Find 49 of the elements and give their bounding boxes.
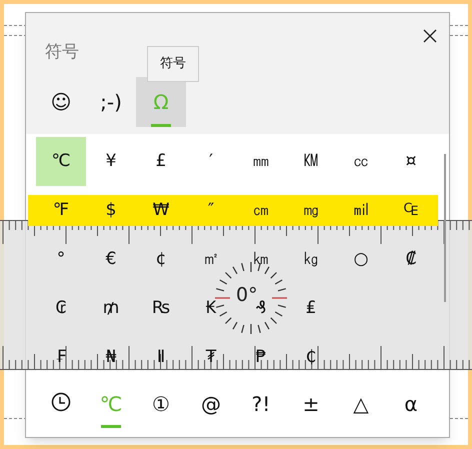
symbol-key[interactable]: ′ (186, 137, 236, 186)
symbol-key[interactable]: € (86, 235, 136, 284)
symbol-key[interactable]: Ⅱ (136, 333, 186, 382)
symbol-key[interactable]: ″ (186, 195, 236, 226)
panel-title: 符号 (45, 41, 79, 64)
symbol-key[interactable]: ㎜ (236, 137, 286, 186)
scrollbar[interactable] (444, 154, 446, 302)
symbol-key[interactable]: ㎡ (186, 235, 236, 284)
symbol-key[interactable]: ₱ (236, 333, 286, 382)
symbol-key[interactable]: ₨ (136, 284, 186, 333)
symbol-key[interactable]: ㎏ (286, 235, 336, 284)
clock-icon (51, 392, 71, 412)
symbol-key[interactable]: ㎞ (236, 235, 286, 284)
symbol-key[interactable]: ₠ (386, 195, 436, 226)
symbol-key[interactable]: ₢ (36, 284, 86, 333)
symbol-key[interactable]: ₵ (286, 333, 336, 382)
symbol-category-tab[interactable]: ± (286, 384, 336, 430)
symbol-key[interactable]: ₭ (186, 284, 236, 333)
symbol-key[interactable]: ° (36, 235, 86, 284)
symbol-key[interactable]: ¤ (386, 137, 436, 186)
tooltip: 符号 (147, 46, 199, 82)
symbol-category-tab[interactable]: △ (336, 384, 386, 430)
symbol-key[interactable]: ₮ (186, 333, 236, 382)
category-tab[interactable]: ☺ (36, 77, 86, 127)
symbol-key[interactable]: ¢ (136, 235, 186, 284)
close-icon (423, 29, 437, 43)
ruler[interactable] (0, 220, 472, 370)
symbol-category-tab[interactable]: α (386, 384, 436, 430)
symbol-key[interactable]: ₩ (136, 195, 186, 226)
category-tab[interactable]: ;-) (86, 77, 136, 127)
symbol-key[interactable]: ℃ (36, 137, 86, 186)
symbol-key[interactable]: ₦ (86, 333, 136, 382)
symbol-key[interactable]: ㏕ (336, 195, 386, 226)
symbol-key[interactable]: ₥ (86, 284, 136, 333)
symbol-key[interactable]: ㎎ (286, 195, 336, 226)
symbol-key[interactable]: $ (86, 195, 136, 226)
symbol-key[interactable]: ₤ (286, 284, 336, 333)
symbol-category-tab[interactable]: ① (136, 384, 186, 430)
symbol-key[interactable]: ○ (336, 235, 386, 284)
symbol-category-tab[interactable]: @ (186, 384, 236, 430)
symbol-key[interactable]: ¥ (86, 137, 136, 186)
symbol-category-tab[interactable]: ?! (236, 384, 286, 430)
symbol-key[interactable]: £ (136, 137, 186, 186)
symbol-key[interactable]: ℉ (36, 195, 86, 226)
symbol-key[interactable]: ㎝ (236, 195, 286, 226)
symbol-key[interactable]: ㏄ (336, 137, 386, 186)
symbol-key[interactable]: ₡ (386, 235, 436, 284)
angle-reading: 0° (236, 286, 258, 305)
symbol-key[interactable]: ㏎ (286, 137, 336, 186)
